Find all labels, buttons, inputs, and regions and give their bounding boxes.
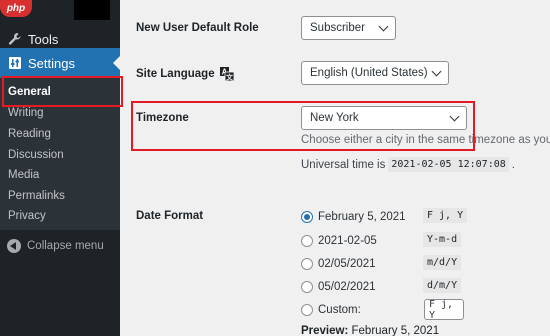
radio-button[interactable] bbox=[301, 304, 313, 316]
utc-value: 2021-02-05 12:07:08 bbox=[388, 157, 509, 172]
menu-tools-label: Tools bbox=[28, 31, 59, 47]
sidebar-item-media[interactable]: Media bbox=[8, 168, 39, 182]
admin-sidebar: Tools Settings General Writing Reading D… bbox=[0, 0, 120, 336]
date-format-label: Date Format bbox=[136, 210, 204, 222]
date-format-option-label: 2021-02-05 bbox=[318, 235, 377, 247]
default-role-select[interactable]: Subscriber bbox=[301, 16, 396, 40]
watermark-text: php bbox=[6, 3, 26, 14]
top-bar-fragment bbox=[74, 0, 110, 20]
site-language-label: Site Language bbox=[136, 68, 215, 80]
radio-button[interactable] bbox=[301, 258, 313, 270]
preview-label: Preview: bbox=[301, 325, 349, 336]
date-format-option-label: February 5, 2021 bbox=[318, 211, 406, 223]
date-format-preview: Preview: February 5, 2021 bbox=[301, 325, 439, 336]
date-format-option-label: 02/05/2021 bbox=[318, 258, 376, 270]
chevron-down-icon bbox=[378, 21, 389, 32]
radio-button[interactable] bbox=[301, 281, 313, 293]
date-format-code: F j, Y bbox=[423, 208, 468, 223]
site-language-select[interactable]: English (United States) bbox=[301, 61, 449, 85]
date-format-option[interactable]: 02/05/2021 m/d/Y bbox=[301, 255, 462, 272]
site-language-value: English (United States) bbox=[310, 67, 428, 79]
date-format-custom-option[interactable]: Custom: bbox=[301, 302, 361, 318]
chevron-down-icon bbox=[431, 66, 442, 77]
svg-text:文: 文 bbox=[226, 73, 234, 82]
collapse-menu-button[interactable]: Collapse menu bbox=[0, 236, 120, 256]
date-format-option[interactable]: 05/02/2021 d/m/Y bbox=[301, 278, 462, 295]
radio-button-checked[interactable] bbox=[301, 211, 313, 223]
universal-time: Universal time is 2021-02-05 12:07:08 . bbox=[301, 157, 515, 172]
wrench-icon bbox=[4, 32, 26, 46]
preview-value: February 5, 2021 bbox=[351, 325, 440, 336]
highlight-timezone bbox=[131, 101, 475, 151]
utc-prefix: Universal time is bbox=[301, 158, 386, 171]
sidebar-item-discussion[interactable]: Discussion bbox=[8, 148, 64, 162]
collapse-menu-label: Collapse menu bbox=[27, 240, 104, 252]
sidebar-item-reading[interactable]: Reading bbox=[8, 127, 51, 141]
date-format-option[interactable]: February 5, 2021 F j, Y bbox=[301, 208, 468, 225]
date-format-code: d/m/Y bbox=[423, 278, 462, 293]
collapse-arrow-icon bbox=[7, 239, 21, 253]
translation-icon: A 文 bbox=[219, 67, 234, 82]
custom-date-format-value: F j, Y bbox=[429, 298, 454, 321]
menu-settings-label: Settings bbox=[28, 55, 75, 71]
date-format-code: m/d/Y bbox=[423, 255, 462, 270]
php-watermark-logo: php bbox=[0, 0, 32, 17]
utc-suffix: . bbox=[511, 158, 515, 171]
sidebar-item-privacy[interactable]: Privacy bbox=[8, 209, 46, 223]
menu-settings[interactable]: Settings bbox=[0, 48, 120, 78]
custom-date-format-input[interactable]: F j, Y bbox=[424, 298, 464, 321]
settings-sliders-icon bbox=[4, 56, 26, 70]
sidebar-item-permalinks[interactable]: Permalinks bbox=[8, 189, 65, 203]
radio-button[interactable] bbox=[301, 235, 313, 247]
date-format-code: Y-m-d bbox=[423, 232, 462, 247]
date-format-option-label: 05/02/2021 bbox=[318, 281, 376, 293]
site-language-label-row: Site Language A 文 bbox=[136, 67, 234, 81]
default-role-label: New User Default Role bbox=[136, 22, 259, 34]
date-format-option[interactable]: 2021-02-05 Y-m-d bbox=[301, 232, 462, 249]
custom-format-label: Custom: bbox=[318, 304, 361, 316]
highlight-general bbox=[2, 76, 123, 107]
default-role-value: Subscriber bbox=[310, 22, 365, 34]
sidebar-item-writing[interactable]: Writing bbox=[8, 106, 44, 120]
